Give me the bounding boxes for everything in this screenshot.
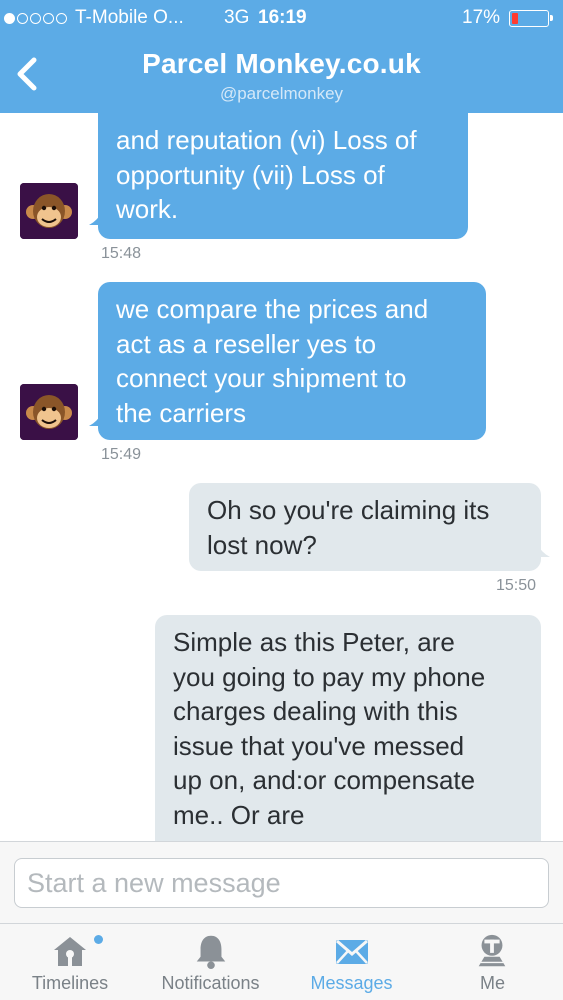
monkey-logo-icon [20,183,78,239]
tab-bar: Timelines Notifications Messages Me [0,923,563,1000]
bubble-tail [89,211,103,225]
avatar[interactable] [20,384,78,440]
message-input[interactable] [14,858,549,908]
incoming-message-bubble[interactable]: we compare the prices and act as a resel… [89,282,486,440]
message-line: lost now? [207,529,317,560]
message-line: and reputation (vi) Loss of [116,125,417,155]
conversation-title: Parcel Monkey.co.uk [142,48,421,79]
message-line: me.. Or are [173,799,305,830]
carrier-name: T-Mobile O... [75,7,184,28]
message-line: issue that you've messed [173,730,465,761]
timelines-badge [94,935,103,944]
tab-me[interactable]: Me [422,924,563,1000]
message-line: up on, and:or compensate [173,765,476,795]
message-line: the carriers [116,397,247,428]
status-bar: T-Mobile O... 3G 16:19 17% [0,0,563,36]
message-timestamp: 15:49 [101,446,142,463]
message-line: connect your shipment to [116,363,407,393]
message-line: act as a reseller yes to [116,328,377,359]
battery-icon [509,10,553,27]
message-timestamp: 15:48 [101,245,142,262]
outgoing-message-bubble[interactable]: Oh so you're claiming its lost now? [189,483,550,571]
message-composer [0,841,563,923]
profile-icon [478,934,506,967]
message-line: you going to pay my phone [173,661,486,692]
home-icon [54,937,86,966]
message-line: Oh so you're claiming its [207,495,490,525]
message-line: opportunity (vii) Loss of [116,159,385,190]
tab-messages[interactable]: Messages [281,924,422,1000]
battery-percent: 17% [462,7,501,28]
message-line: we compare the prices and [116,294,429,324]
conversation-handle: @parcelmonkey [219,84,344,103]
monkey-logo-icon [20,384,78,440]
bubble-tail [536,543,550,557]
incoming-message-bubble[interactable]: and reputation (vi) Loss of opportunity … [89,113,468,239]
tab-label: Timelines [31,973,109,993]
signal-strength-icon [4,12,67,24]
bubble-tail [89,412,103,426]
tab-label: Notifications [161,973,260,993]
tab-timelines[interactable]: Timelines [0,924,140,1000]
tab-notifications[interactable]: Notifications [140,924,281,1000]
message-line: Simple as this Peter, are [173,627,455,657]
message-timestamp: 15:50 [496,577,537,594]
outgoing-message-bubble[interactable]: Simple as this Peter, are you going to p… [155,615,541,841]
conversation-thread[interactable]: and reputation (vi) Loss of opportunity … [0,113,563,841]
app-header: T-Mobile O... 3G 16:19 17% Parcel Monkey… [0,0,563,113]
network-type: 3G [224,7,250,28]
message-line: charges dealing with this [173,696,458,726]
avatar[interactable] [20,183,78,239]
tab-label: Me [479,973,505,993]
message-line: work. [116,194,179,224]
status-time: 16:19 [258,7,307,28]
bell-icon [196,935,226,970]
envelope-icon [336,939,368,964]
tab-label: Messages [310,973,393,993]
